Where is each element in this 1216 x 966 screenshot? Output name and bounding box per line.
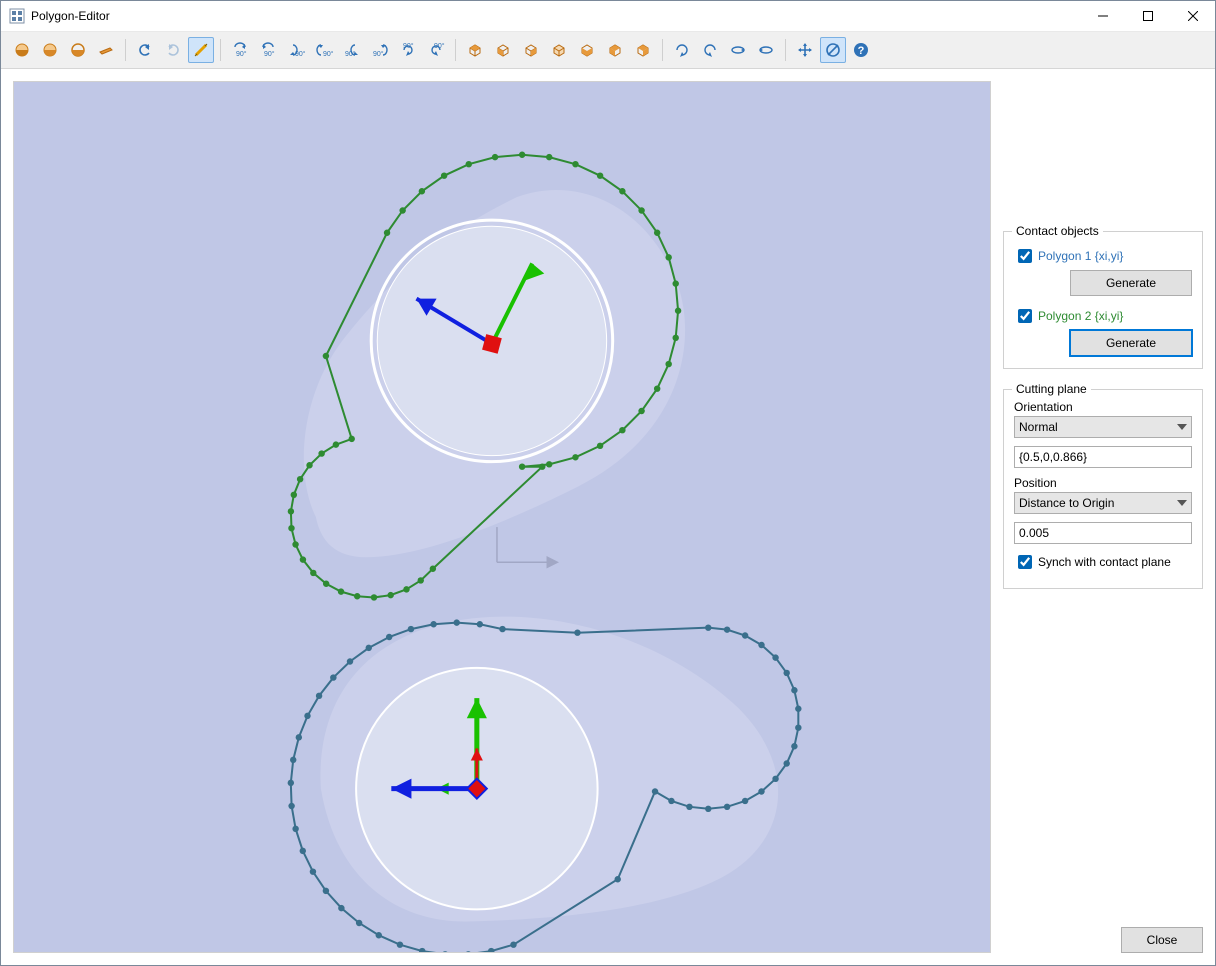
pan-icon[interactable] [792,37,818,63]
svg-text:90°: 90° [236,50,247,58]
svg-text:90°: 90° [295,50,305,58]
app-window: Polygon-Editor 90° 90° 90° 90° 90° 90° 9… [0,0,1216,966]
chevron-down-icon [1177,500,1187,506]
iso-view-7-icon[interactable] [630,37,656,63]
chevron-down-icon [1177,424,1187,430]
minimize-button[interactable] [1080,1,1125,31]
polygon2-label: Polygon 2 {xi,yi} [1038,309,1123,323]
side-panel: Contact objects Polygon 1 {xi,yi} Genera… [1003,81,1203,953]
svg-text:?: ? [858,45,865,57]
rotate-90-g-icon[interactable]: 90° [395,37,421,63]
svg-text:90°: 90° [403,42,414,50]
toolbar: 90° 90° 90° 90° 90° 90° 90° 90° ? [1,32,1215,69]
svg-text:90°: 90° [373,50,384,58]
position-selected: Distance to Origin [1019,496,1114,510]
svg-text:90°: 90° [264,50,275,58]
polygon2-generate-button[interactable]: Generate [1070,330,1192,356]
maximize-button[interactable] [1125,1,1170,31]
shade-hemisphere-c-icon[interactable] [65,37,91,63]
titlebar: Polygon-Editor [1,1,1215,32]
shade-slab-icon[interactable] [93,37,119,63]
window-title: Polygon-Editor [31,9,1080,23]
orientation-value: {0.5,0,0.866} [1019,450,1087,464]
position-label: Position [1014,476,1192,490]
polygon1-generate-button[interactable]: Generate [1070,270,1192,296]
polygon1-checkbox[interactable] [1018,249,1032,263]
polygon1-label: Polygon 1 {xi,yi} [1038,249,1123,263]
rotate-90-e-icon[interactable]: 90° [339,37,365,63]
sync-label: Synch with contact plane [1038,555,1171,569]
orientation-selected: Normal [1019,420,1058,434]
orientation-label: Orientation [1014,400,1192,414]
sync-checkbox[interactable] [1018,555,1032,569]
body: Contact objects Polygon 1 {xi,yi} Genera… [1,69,1215,965]
iso-view-5-icon[interactable] [574,37,600,63]
position-select[interactable]: Distance to Origin [1014,492,1192,514]
free-rotate-4-icon[interactable] [753,37,779,63]
free-rotate-3-icon[interactable] [725,37,751,63]
svg-text:90°: 90° [345,50,356,58]
iso-view-3-icon[interactable] [518,37,544,63]
rotate-90-a-icon[interactable]: 90° [227,37,253,63]
contact-objects-group: Contact objects Polygon 1 {xi,yi} Genera… [1003,231,1203,369]
orientation-select[interactable]: Normal [1014,416,1192,438]
cutting-plane-group: Cutting plane Orientation Normal {0.5,0,… [1003,389,1203,589]
rotate-90-f-icon[interactable]: 90° [367,37,393,63]
rotate-90-c-icon[interactable]: 90° [283,37,309,63]
cutting-plane-icon[interactable] [820,37,846,63]
contact-objects-legend: Contact objects [1012,224,1103,238]
svg-text:90°: 90° [434,42,445,50]
iso-view-6-icon[interactable] [602,37,628,63]
shade-hemisphere-a-icon[interactable] [9,37,35,63]
iso-view-4-icon[interactable] [546,37,572,63]
rotate-90-b-icon[interactable]: 90° [255,37,281,63]
measure-icon[interactable] [188,37,214,63]
iso-view-1-icon[interactable] [462,37,488,63]
redo-icon[interactable] [160,37,186,63]
position-value-input[interactable]: 0.005 [1014,522,1192,544]
free-rotate-1-icon[interactable] [669,37,695,63]
app-icon [9,8,25,24]
iso-view-2-icon[interactable] [490,37,516,63]
close-button[interactable]: Close [1121,927,1203,953]
undo-icon[interactable] [132,37,158,63]
rotate-90-d-icon[interactable]: 90° [311,37,337,63]
cutting-plane-legend: Cutting plane [1012,382,1091,396]
position-value: 0.005 [1019,526,1049,540]
polygon2-checkbox[interactable] [1018,309,1032,323]
help-icon[interactable]: ? [848,37,874,63]
window-controls [1080,1,1215,31]
viewport[interactable] [13,81,991,953]
close-window-button[interactable] [1170,1,1215,31]
svg-text:90°: 90° [323,50,333,58]
shade-hemisphere-b-icon[interactable] [37,37,63,63]
free-rotate-2-icon[interactable] [697,37,723,63]
orientation-value-input[interactable]: {0.5,0,0.866} [1014,446,1192,468]
rotate-90-h-icon[interactable]: 90° [423,37,449,63]
